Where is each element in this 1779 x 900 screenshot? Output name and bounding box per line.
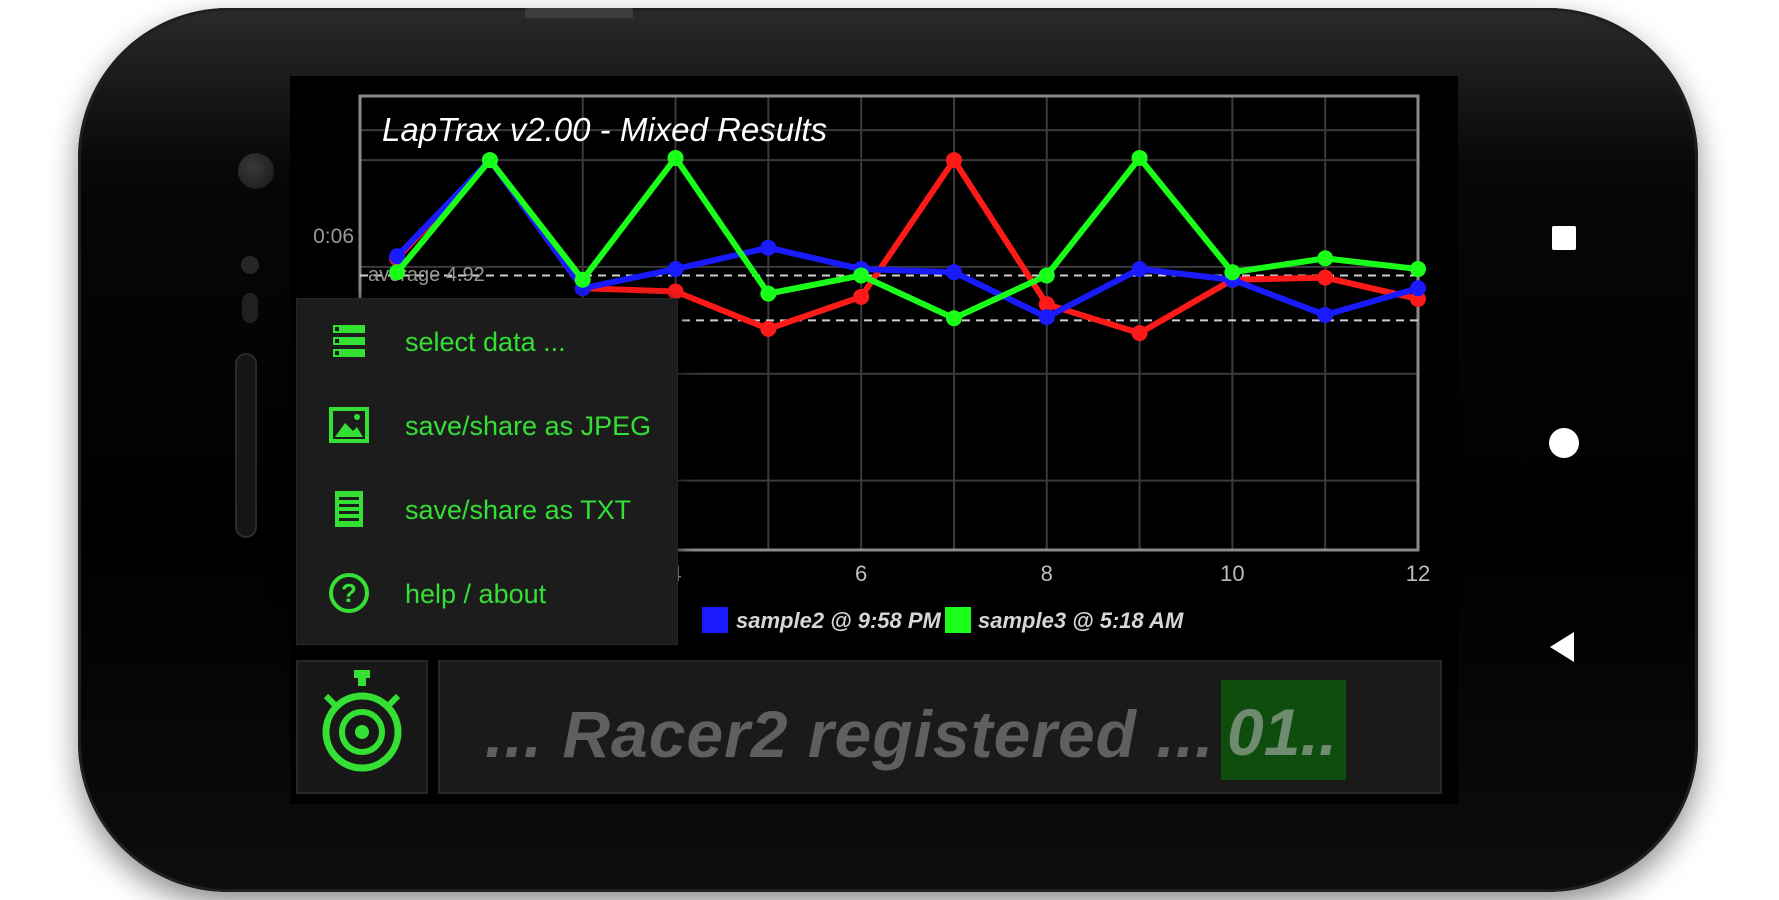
- light-sensor: [242, 293, 258, 323]
- menu-label-select-data: select data ...: [405, 327, 566, 357]
- data-point: [1317, 306, 1334, 323]
- data-point: [481, 152, 498, 169]
- data-point: [1317, 269, 1334, 286]
- data-point: [945, 310, 962, 327]
- menu-label-save-jpeg: save/share as JPEG: [405, 411, 652, 441]
- data-point: [1038, 309, 1055, 326]
- help-icon: ?: [329, 573, 369, 613]
- data-point: [760, 320, 777, 337]
- data-point: [760, 285, 777, 302]
- stopwatch-button[interactable]: [296, 660, 428, 794]
- legend-label: sample2 @ 9:58 PM: [736, 608, 942, 633]
- chart-legend: 18 AMsample2 @ 9:58 PMsample3 @ 5:18 AM: [590, 607, 1184, 633]
- bottom-status-bar: ... Racer2 registered ... 01..: [290, 656, 1458, 800]
- data-point: [945, 264, 962, 281]
- data-point: [1131, 325, 1148, 342]
- x-tick-label: 10: [1220, 561, 1244, 586]
- status-message: ... Racer2 registered ...: [485, 697, 1215, 771]
- lap-counter-value: 01..: [1227, 695, 1338, 769]
- svg-text:?: ?: [341, 578, 357, 608]
- data-point: [574, 271, 591, 288]
- legend-label: sample3 @ 5:18 AM: [978, 608, 1184, 633]
- menu-item-save-txt[interactable]: save/share as TXT: [297, 467, 677, 551]
- legend-swatch: [945, 607, 971, 633]
- menu-item-save-jpeg[interactable]: save/share as JPEG: [297, 383, 677, 467]
- power-button: [525, 8, 633, 18]
- average-label: average 4.92: [368, 264, 485, 286]
- list-icon: [333, 325, 365, 357]
- x-tick-label: 12: [1406, 561, 1430, 586]
- lap-counter: 01..: [1221, 680, 1346, 780]
- earpiece-speaker: [235, 353, 257, 538]
- data-point: [760, 239, 777, 256]
- data-point: [853, 288, 870, 305]
- x-tick-label: 8: [1041, 561, 1053, 586]
- data-point: [1131, 149, 1148, 166]
- data-point: [667, 261, 684, 278]
- data-point: [853, 267, 870, 284]
- data-point: [1410, 261, 1426, 278]
- menu-item-select-data[interactable]: select data ...: [297, 299, 677, 383]
- menu-label-save-txt: save/share as TXT: [405, 495, 632, 525]
- data-point: [389, 264, 406, 281]
- data-point: [945, 152, 962, 169]
- x-tick-labels: 4681012: [669, 561, 1430, 586]
- y-tick-label: 0:06: [313, 225, 354, 248]
- back-button[interactable]: [1550, 632, 1574, 662]
- home-button[interactable]: [1549, 428, 1579, 458]
- chart-title: LapTrax v2.00 - Mixed Results: [382, 111, 827, 148]
- data-point: [1131, 261, 1148, 278]
- image-icon: [329, 407, 369, 443]
- recents-button[interactable]: [1552, 226, 1576, 250]
- status-panel: ... Racer2 registered ... 01..: [438, 660, 1442, 794]
- data-point: [1038, 267, 1055, 284]
- menu-label-help: help / about: [405, 579, 547, 609]
- document-icon: [335, 491, 363, 527]
- overflow-menu: select data ... save/share as JPEG save/…: [296, 298, 678, 645]
- data-point: [1224, 264, 1241, 281]
- data-point: [667, 149, 684, 166]
- proximity-sensor: [241, 256, 259, 274]
- stopwatch-icon: [322, 670, 402, 772]
- data-point: [1410, 280, 1426, 297]
- front-camera: [238, 153, 274, 189]
- data-point: [1317, 250, 1334, 267]
- legend-swatch: [702, 607, 728, 633]
- x-tick-label: 6: [855, 561, 867, 586]
- menu-item-help[interactable]: ? help / about: [297, 551, 677, 635]
